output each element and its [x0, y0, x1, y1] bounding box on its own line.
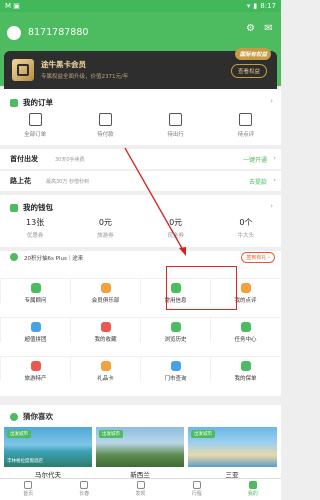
- grid-item-club[interactable]: 会员俱乐部: [70, 278, 140, 304]
- phone-screen: M ▣ ▾ ▮ 8:17 8171787880 ⚙ ✉ 国际有权益 途牛黑卡会员…: [0, 0, 281, 500]
- tab-home[interactable]: 首页: [0, 479, 56, 500]
- bottom-tab-bar: 首页 长春 发现 行程 我的: [0, 478, 281, 500]
- wallet-niudatou[interactable]: 0个 牛大头: [211, 217, 281, 239]
- wallet-cash-vouchers[interactable]: 0元 现金券: [141, 217, 211, 239]
- grid-item-policies[interactable]: 我的保单: [210, 356, 280, 382]
- club-icon: [100, 283, 111, 293]
- battery-icon: ▮: [253, 2, 258, 10]
- wallet-travel-vouchers[interactable]: 0元 旅游券: [70, 217, 140, 239]
- shop-icon: [30, 361, 41, 371]
- order-to-review[interactable]: 待点评: [211, 113, 281, 138]
- wallet-coupons[interactable]: 13张 优惠券: [0, 217, 70, 239]
- status-bar: M ▣ ▾ ▮ 8:17: [0, 0, 281, 12]
- promo-bar[interactable]: 20积分抽6s Plus｜途来 签到有礼 ›: [0, 251, 281, 263]
- checkin-button[interactable]: 签到有礼 ›: [241, 252, 275, 263]
- settings-icon[interactable]: ⚙: [244, 22, 257, 35]
- road-flower-sub: 最高30万 秒借秒到: [46, 179, 89, 185]
- tab-mine[interactable]: 我的: [225, 479, 281, 500]
- heart-icon: [100, 322, 111, 332]
- recommend-caption: 丰林格拉度假酒店: [7, 459, 43, 464]
- user-icon: [248, 481, 257, 489]
- chevron-right-icon: ›: [273, 176, 276, 184]
- order-unpaid[interactable]: 待付款: [70, 113, 140, 138]
- chevron-right-icon: ›: [273, 154, 276, 162]
- orders-chevron-icon[interactable]: ›: [270, 97, 273, 105]
- grid-item-tasks[interactable]: 任务中心: [210, 317, 280, 343]
- road-flower-title: 路上花: [10, 177, 31, 185]
- recommend-title: 猜你喜欢: [10, 411, 53, 422]
- recommend-tag: 出发城市: [99, 430, 123, 438]
- status-left: M ▣: [5, 2, 20, 10]
- review-icon: [240, 283, 251, 293]
- grid-item-history[interactable]: 浏览历史: [140, 317, 210, 343]
- edit-icon: [239, 113, 253, 126]
- road-flower-action[interactable]: 去提款: [249, 177, 267, 186]
- member-logo-icon: [12, 59, 34, 81]
- home-icon: [24, 481, 33, 489]
- promo-text: 20积分抽6s Plus｜途来: [24, 256, 84, 262]
- profile-header: 8171787880 ⚙ ✉ 国际有权益 途牛黑卡会员 专属权益全面升级，价值2…: [0, 12, 281, 97]
- order-to-travel[interactable]: 待出行: [141, 113, 211, 138]
- store-icon: [170, 361, 181, 371]
- tab-trips[interactable]: 行程: [169, 479, 225, 500]
- grid-item-store-lookup[interactable]: 门市查询: [140, 356, 210, 382]
- gift-card-icon: [100, 361, 111, 371]
- member-badge: 国际有权益: [235, 48, 271, 60]
- recommend-image-maldives[interactable]: 出发城市 丰林格拉度假酒店: [4, 427, 92, 467]
- recommend-tag: 出发城市: [191, 430, 215, 438]
- wallet-card: 我的钱包 › 13张 优惠券 0元 旅游券 0元 现金券 0个 牛大头: [0, 195, 281, 247]
- tab-city[interactable]: 长春: [56, 479, 112, 500]
- services-grid: 20积分抽6s Plus｜途来 签到有礼 › 专属顾问 会员俱乐部 常用信息 我…: [0, 251, 281, 396]
- member-subtitle: 专属权益全面升级，价值2371元/年: [41, 74, 129, 80]
- order-list-icon: [28, 113, 42, 126]
- task-icon: [240, 322, 251, 332]
- recommend-icon: [10, 412, 18, 421]
- wifi-icon: ▾: [246, 2, 251, 10]
- message-icon[interactable]: ✉: [262, 22, 275, 35]
- tab-discover[interactable]: 发现: [112, 479, 168, 500]
- recommend-tag: 出发城市: [7, 430, 31, 438]
- orders-icon: [10, 98, 18, 107]
- grid-item-favorites[interactable]: 我的收藏: [70, 317, 140, 343]
- policy-icon: [240, 361, 251, 371]
- member-title: 途牛黑卡会员: [41, 60, 86, 69]
- view-benefits-button[interactable]: 查看权益: [230, 64, 267, 78]
- order-all[interactable]: 全部订单: [0, 113, 70, 138]
- compass-icon: [136, 481, 145, 489]
- user-phone: 8171787880: [28, 27, 89, 38]
- city-icon: [80, 481, 89, 489]
- grid-item-advisor[interactable]: 专属顾问: [0, 278, 70, 304]
- first-pay-action[interactable]: 一键开通: [243, 155, 267, 164]
- first-pay-row[interactable]: 首付出发 30天0手续费 一键开通 ›: [0, 149, 281, 169]
- clock-icon: [170, 322, 181, 332]
- highlight-box: [166, 266, 237, 310]
- gift-icon: [10, 253, 18, 261]
- grid-item-group-buy[interactable]: 超值拼团: [0, 317, 70, 343]
- recommend-image-newzealand[interactable]: 出发城市: [96, 427, 184, 467]
- first-pay-sub: 30天0手续费: [55, 157, 85, 163]
- orders-title: 我的订单: [10, 97, 53, 108]
- clock: 8:17: [260, 2, 276, 10]
- wallet-title: 我的钱包: [10, 202, 53, 213]
- wallet-icon: [98, 113, 112, 126]
- wallet-icon: [10, 203, 18, 212]
- grid-item-gift-card[interactable]: 礼品卡: [70, 356, 140, 382]
- first-pay-title: 首付出发: [10, 155, 38, 163]
- group-buy-icon: [30, 322, 41, 332]
- grid-item-specialties[interactable]: 旅游特产: [0, 356, 70, 382]
- road-flower-row[interactable]: 路上花 最高30万 秒借秒到 去提款 ›: [0, 171, 281, 191]
- calendar-icon: [192, 481, 201, 489]
- advisor-icon: [30, 283, 41, 293]
- avatar[interactable]: [7, 26, 21, 40]
- wallet-chevron-icon[interactable]: ›: [270, 202, 273, 210]
- orders-card: 我的订单 › 全部订单 待付款 待出行 待点评: [0, 89, 281, 145]
- suitcase-icon: [169, 113, 183, 126]
- recommend-image-sanya[interactable]: 出发城市: [188, 427, 277, 467]
